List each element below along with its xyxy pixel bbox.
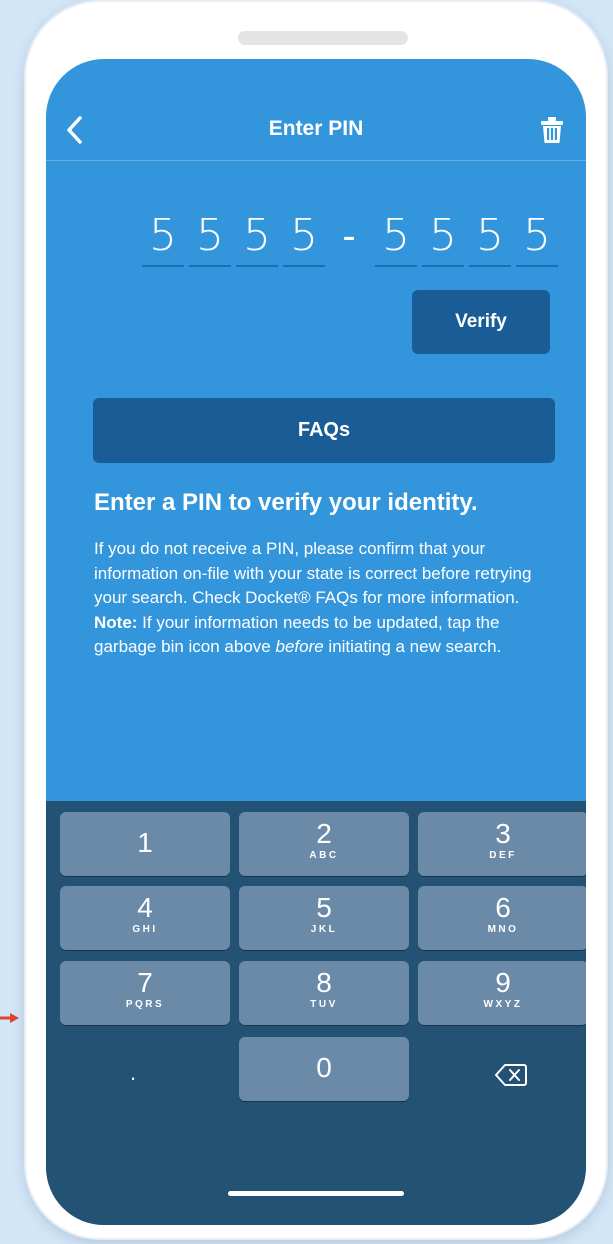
key-4-letters: GHI <box>132 924 158 935</box>
key-8-letters: TUV <box>310 999 338 1010</box>
key-4-number: 4 <box>137 892 153 923</box>
pin-digit-3[interactable]: 5 <box>236 209 278 269</box>
key-9-number: 9 <box>495 967 511 998</box>
key-6-number: 6 <box>495 892 511 923</box>
pin-digit-2[interactable]: 5 <box>189 209 231 269</box>
key-3[interactable]: 3 DEF <box>418 812 586 876</box>
key-1[interactable]: 1 <box>60 812 230 876</box>
backspace-icon[interactable] <box>495 1063 527 1087</box>
key-8-number: 8 <box>316 967 332 998</box>
key-6[interactable]: 6 MNO <box>418 886 586 950</box>
key-7-letters: PQRS <box>125 999 165 1010</box>
key-9-letters: WXYZ <box>483 999 523 1010</box>
key-5-letters: JKL <box>310 924 338 935</box>
key-9[interactable]: 9 WXYZ <box>418 961 586 1025</box>
key-decimal[interactable]: . <box>118 1060 148 1100</box>
info-heading: Enter a PIN to verify your identity. <box>94 489 478 516</box>
key-3-number: 3 <box>495 818 511 849</box>
phone-speaker <box>238 31 408 45</box>
key-2-number: 2 <box>316 818 332 849</box>
key-0[interactable]: 0 <box>239 1037 409 1101</box>
info-text-part-1: If you do not receive a PIN, please conf… <box>94 539 532 607</box>
page: Enter PIN 5 5 5 5 - 5 5 5 5 Verify FAQs … <box>0 0 613 1244</box>
note-label: Note: <box>94 612 138 632</box>
pin-digit-5[interactable]: 5 <box>375 209 417 269</box>
key-6-letters: MNO <box>487 924 519 935</box>
key-0-number: 0 <box>316 1052 332 1083</box>
key-2[interactable]: 2 ABC <box>239 812 409 876</box>
app-screen: Enter PIN 5 5 5 5 - 5 5 5 5 Verify FAQs … <box>46 59 586 1225</box>
verify-button[interactable]: Verify <box>412 290 550 354</box>
info-text-part-3: initiating a new search. <box>323 637 502 656</box>
trash-icon[interactable] <box>540 115 564 145</box>
key-5[interactable]: 5 JKL <box>239 886 409 950</box>
pin-digit-1[interactable]: 5 <box>142 209 184 269</box>
faqs-button[interactable]: FAQs <box>93 398 555 463</box>
key-4[interactable]: 4 GHI <box>60 886 230 950</box>
pin-input[interactable]: 5 5 5 5 - 5 5 5 5 <box>142 209 562 269</box>
key-1-number: 1 <box>137 827 153 858</box>
key-8[interactable]: 8 TUV <box>239 961 409 1025</box>
pin-digit-4[interactable]: 5 <box>283 209 325 269</box>
key-7-number: 7 <box>137 967 153 998</box>
nav-header: Enter PIN <box>46 59 586 161</box>
pin-digit-8[interactable]: 5 <box>516 209 558 269</box>
pin-digit-6[interactable]: 5 <box>422 209 464 269</box>
key-7[interactable]: 7 PQRS <box>60 961 230 1025</box>
key-5-number: 5 <box>316 892 332 923</box>
key-2-letters: ABC <box>309 850 339 861</box>
pin-separator: - <box>342 214 356 258</box>
page-title: Enter PIN <box>268 117 364 140</box>
info-emphasis: before <box>275 637 324 656</box>
pin-digit-7[interactable]: 5 <box>469 209 511 269</box>
phone-frame: Enter PIN 5 5 5 5 - 5 5 5 5 Verify FAQs … <box>26 2 606 1238</box>
key-3-letters: DEF <box>489 850 517 861</box>
callout-arrow-icon <box>0 1013 19 1023</box>
home-indicator[interactable] <box>228 1191 404 1196</box>
info-text: If you do not receive a PIN, please conf… <box>94 537 554 660</box>
